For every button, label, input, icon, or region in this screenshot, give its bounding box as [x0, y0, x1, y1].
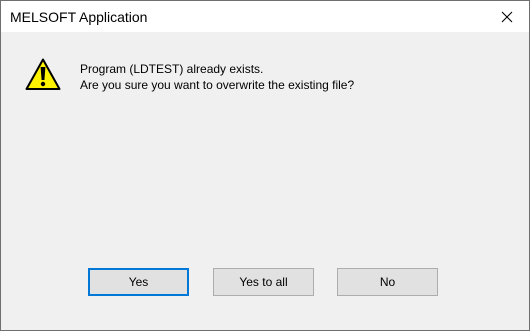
close-icon	[501, 11, 512, 22]
message-line-1: Program (LDTEST) already exists.	[80, 62, 264, 76]
message-text: Program (LDTEST) already exists. Are you…	[80, 61, 354, 93]
message-dialog: MELSOFT Application Program (LDTEST) alr…	[0, 0, 530, 331]
no-button[interactable]: No	[337, 268, 438, 296]
message-line-2: Are you sure you want to overwrite the e…	[80, 78, 355, 92]
title-bar[interactable]: MELSOFT Application	[1, 1, 529, 32]
dialog-body: Program (LDTEST) already exists. Are you…	[1, 32, 529, 330]
yes-to-all-button[interactable]: Yes to all	[213, 268, 314, 296]
close-button[interactable]	[484, 1, 529, 32]
warning-icon	[25, 58, 61, 90]
window-title: MELSOFT Application	[10, 9, 148, 25]
yes-button[interactable]: Yes	[88, 268, 189, 296]
